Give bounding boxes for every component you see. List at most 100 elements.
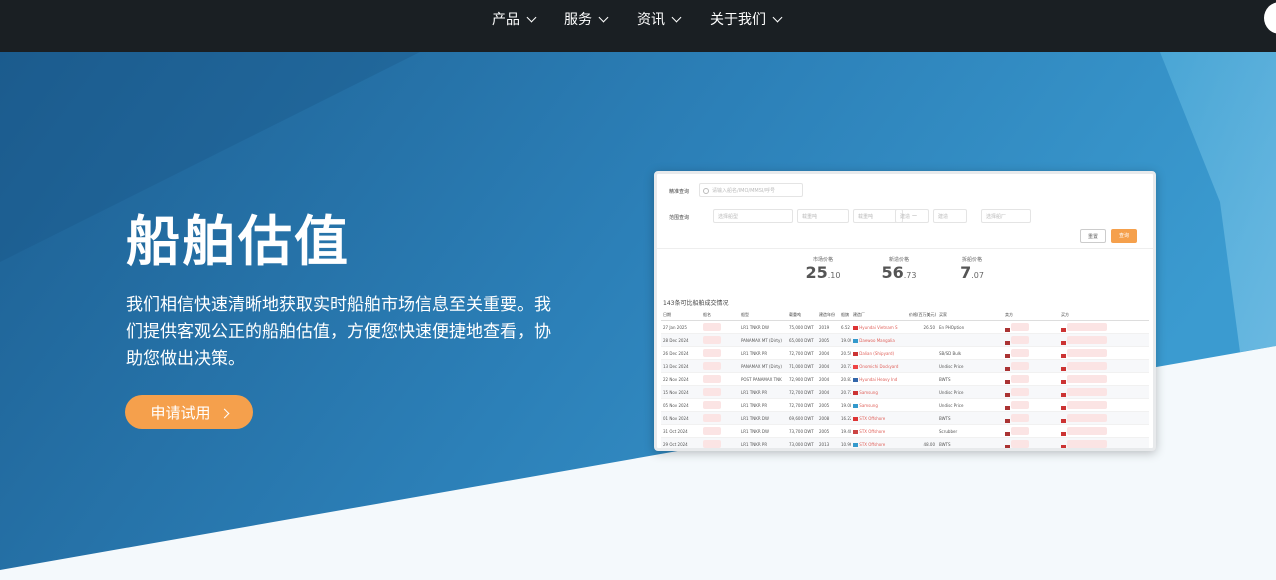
column-header: 建造厂 [851, 310, 907, 321]
cell-date: 05 Nov 2024 [661, 398, 701, 412]
table-row[interactable]: 27 Jan 2025 LR1 TNKR DW 75,000 DWT 2019 6.52… [661, 320, 1149, 334]
nav-item-news[interactable]: 资讯 [637, 0, 682, 40]
yard-name[interactable]: Dalian (Shipyard) [859, 351, 894, 356]
flag-icon [1061, 431, 1066, 436]
cell-age: 20.83 [839, 372, 851, 386]
table-row[interactable]: 29 Oct 2024 LR1 TNKR PR 73,000 DWT 2013 10.9… [661, 437, 1149, 448]
cell-age: 19.08 [839, 398, 851, 412]
flag-icon [1061, 366, 1066, 371]
cell-year: 2004 [817, 372, 839, 386]
table-row[interactable]: 15 Nov 2024 LR1 TNKR PR 72,700 DWT 2004 20.7… [661, 385, 1149, 399]
chevron-down-icon [598, 12, 609, 23]
cell-buyer: SB/SD Bulk [937, 346, 1003, 360]
cell-type: LR1 TNKR DW [739, 411, 787, 425]
reset-button[interactable]: 重置 [1080, 229, 1106, 243]
redacted-seller [1011, 439, 1030, 448]
page-title: 船舶估值 [126, 210, 350, 273]
yard-name[interactable]: Samsung [859, 390, 878, 395]
nav-item-label: 资讯 [637, 12, 665, 28]
flag-icon [853, 338, 858, 343]
build-to-input[interactable]: 建造 [933, 209, 967, 223]
yard-name[interactable]: Hyundai Heavy Ind [859, 377, 897, 382]
dwt-min-input[interactable]: 载重吨 [797, 209, 849, 223]
yard-name[interactable]: Samsung [859, 403, 878, 408]
chevron-down-icon [772, 12, 783, 23]
cell-price [907, 346, 937, 360]
chevron-right-icon [219, 408, 229, 418]
cell-purchaser [1059, 346, 1149, 360]
redacted-seller [1011, 413, 1030, 422]
flag-icon [1005, 379, 1010, 384]
table-row[interactable]: 31 Oct 2024 LR1 TNKR DW 73,700 DWT 2005 19.4… [661, 424, 1149, 438]
flag-icon [853, 416, 858, 421]
cell-purchaser [1059, 398, 1149, 412]
shipyard-select[interactable]: 选择船厂 [981, 209, 1031, 223]
yard-name[interactable]: Daewoo Mangalia [859, 338, 895, 343]
redacted-name [703, 361, 721, 370]
nav-item-services[interactable]: 服务 [564, 0, 609, 40]
flag-icon [1061, 392, 1066, 397]
cell-yard: STX Offshore [851, 424, 907, 438]
table-row[interactable]: 01 Nov 2024 LR1 TNKR DW 69,600 DWT 2008 16.2… [661, 411, 1149, 425]
redacted-buyer [1067, 335, 1108, 344]
cell-dwt: 69,600 DWT [787, 411, 817, 425]
cell-year: 2005 [817, 424, 839, 438]
cell-seller [1003, 398, 1059, 412]
cell-age: 20.73 [839, 385, 851, 399]
cell-age: 19.09 [839, 333, 851, 347]
field-placeholder: 建造 [938, 214, 949, 220]
cell-date: 28 Dec 2024 [661, 333, 701, 347]
stat-decimal: .07 [971, 271, 984, 280]
cell-ship-name [701, 437, 739, 448]
redacted-seller [1011, 361, 1030, 370]
stat-label: 市场价格 [812, 257, 833, 263]
redacted-seller [1011, 374, 1030, 383]
table-row[interactable]: 28 Dec 2024 PANAMAX MT (Dirty) 65,000 DWT 2… [661, 333, 1149, 347]
query-button[interactable]: 查询 [1111, 229, 1137, 243]
cell-seller [1003, 346, 1059, 360]
table-row[interactable]: 05 Nov 2024 LR1 TNKR PR 72,700 DWT 2005 19.0… [661, 398, 1149, 412]
yard-name[interactable]: Hyundai Vietnam S [859, 325, 897, 330]
cell-date: 27 Jan 2025 [661, 320, 701, 334]
yard-name[interactable]: STX Offshore [859, 429, 885, 434]
apply-trial-button[interactable]: 申请试用 [125, 395, 253, 429]
cell-yard: Dalian (Shipyard) [851, 346, 907, 360]
newbuild-price-stat: 新造价格 56.73 [864, 256, 934, 282]
reset-label: 重置 [1087, 234, 1098, 240]
yard-name[interactable]: STX Offshore [859, 442, 885, 447]
cell-purchaser [1059, 385, 1149, 399]
market-price-stat: 市场价格 25.10 [788, 256, 858, 282]
cell-dwt: 72,700 DWT [787, 346, 817, 360]
cell-date: 22 Nov 2024 [661, 372, 701, 386]
flag-icon [853, 429, 858, 434]
search-input[interactable]: 请输入船名/IMO/MMSI/呼号 [699, 183, 803, 197]
nav-item-products[interactable]: 产品 [492, 0, 537, 40]
cell-seller [1003, 385, 1059, 399]
cell-type: POST PANAMAX TNK [739, 372, 787, 386]
cell-seller [1003, 320, 1059, 334]
hero-section: 船舶估值 我们相信快速清晰地获取实时船舶市场信息至关重要。我们提供客观公正的船舶… [0, 52, 1276, 580]
ship-type-select[interactable]: 选择船型 [713, 209, 793, 223]
flag-icon [1061, 327, 1066, 332]
cell-dwt: 73,000 DWT [787, 437, 817, 448]
redacted-seller [1011, 335, 1030, 344]
cell-type: LR1 TNKR DW [739, 320, 787, 334]
stat-value: 56 [881, 263, 904, 282]
stat-value: 25 [805, 263, 828, 282]
cell-buyer [937, 333, 1003, 347]
flag-icon [1061, 418, 1066, 423]
table-row[interactable]: 26 Dec 2024 LR1 TNKR PR 72,700 DWT 2004 20.5… [661, 346, 1149, 360]
nav-item-about[interactable]: 关于我们 [710, 0, 783, 40]
yard-name[interactable]: Onomichi Dockyard [859, 364, 898, 369]
yard-name[interactable]: STX Offshore [859, 416, 885, 421]
cell-age: 16.22 [839, 411, 851, 425]
nav-action-pill[interactable] [1264, 2, 1276, 34]
table-row[interactable]: 13 Dec 2024 PANAMAX MT (Dirty) 71,000 DWT 2… [661, 359, 1149, 373]
redacted-name [703, 400, 721, 409]
redacted-seller [1011, 400, 1030, 409]
flag-icon [1005, 431, 1010, 436]
cell-yard: Samsung [851, 398, 907, 412]
table-row[interactable]: 22 Nov 2024 POST PANAMAX TNK 72,900 DWT 200… [661, 372, 1149, 386]
redacted-seller [1011, 387, 1030, 396]
cell-yard: Hyundai Vietnam S [851, 320, 907, 334]
